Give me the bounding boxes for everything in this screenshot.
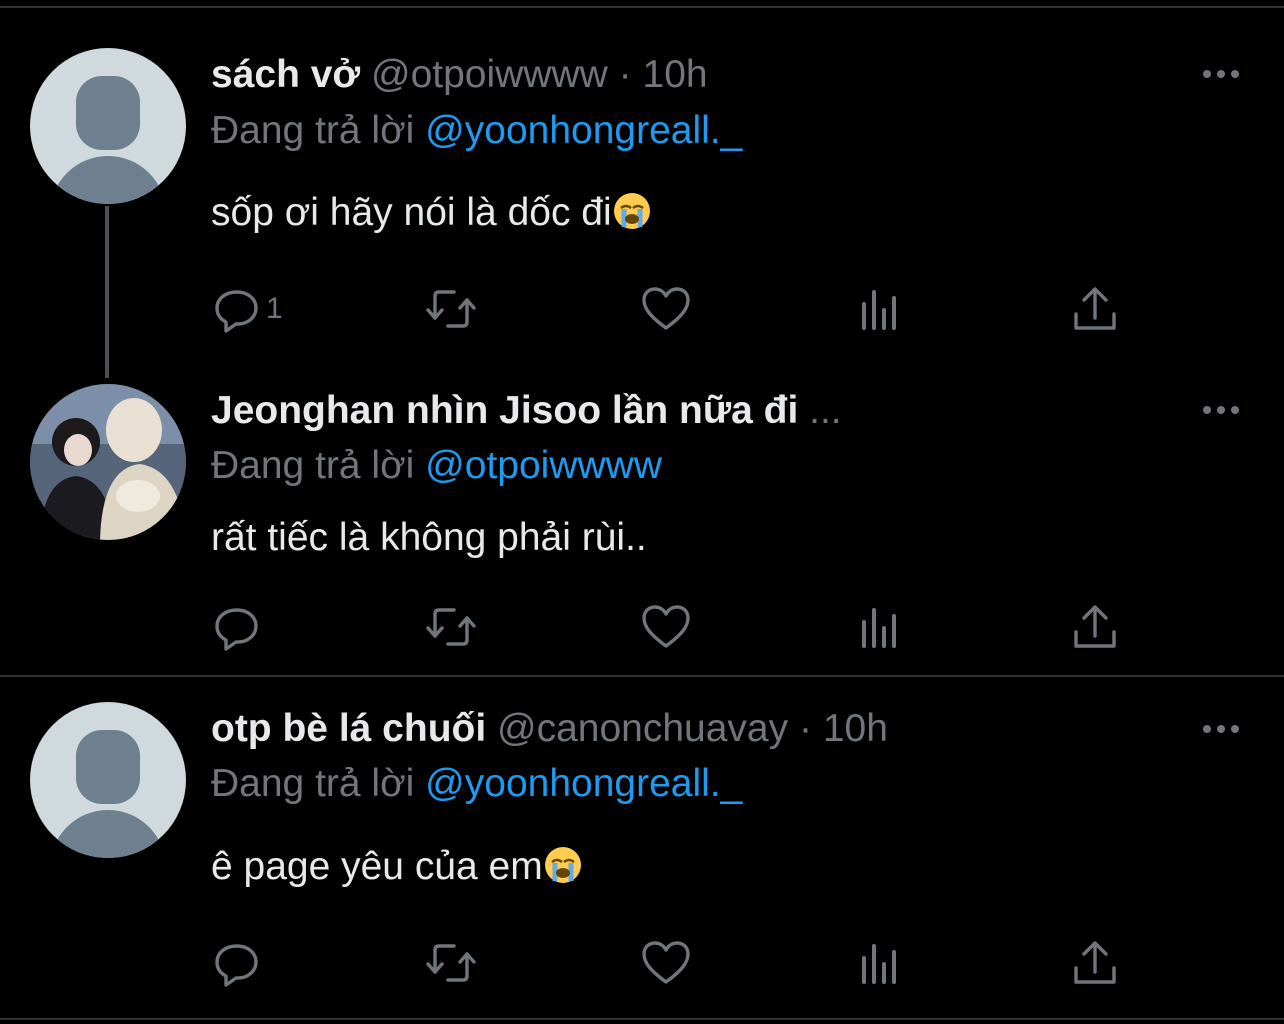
reply-button[interactable] — [212, 938, 262, 988]
reply-count: 1 — [266, 292, 283, 325]
tweet-header: sách vở @otpoiwwww · 10h — [211, 52, 708, 98]
views-icon — [862, 608, 896, 648]
share-icon — [1074, 605, 1116, 648]
reply-icon — [215, 608, 258, 651]
action-bar — [0, 938, 1284, 988]
loudly-crying-face-icon — [544, 847, 581, 883]
like-button[interactable] — [641, 938, 691, 988]
heart-icon — [642, 941, 690, 984]
timestamp[interactable]: 10h — [823, 707, 888, 750]
action-bar: 1 — [0, 284, 1284, 334]
avatar-default[interactable] — [30, 48, 186, 204]
tweet-text: sốp ơi hãy nói là dốc đi — [211, 190, 652, 236]
bottom-divider — [0, 1018, 1284, 1020]
share-button[interactable] — [1070, 602, 1120, 652]
heart-icon — [642, 287, 690, 330]
share-icon — [1074, 941, 1116, 984]
heart-icon — [642, 605, 690, 648]
replying-to-label: Đang trả lời — [211, 109, 415, 152]
retweet-icon — [426, 608, 476, 646]
replying-to: Đang trả lời @otpoiwwww — [211, 443, 662, 489]
retweet-button[interactable] — [426, 284, 476, 334]
replying-to-label: Đang trả lời — [211, 762, 415, 805]
retweet-button[interactable] — [426, 938, 476, 988]
reply-button[interactable]: 1 — [212, 284, 283, 334]
share-button[interactable] — [1070, 938, 1120, 988]
replying-to: Đang trả lời @yoonhongreall._ — [211, 761, 742, 807]
display-name[interactable]: otp bè lá chuối — [211, 707, 486, 750]
tweet-text-content: ê page yêu của em — [211, 845, 543, 888]
views-button[interactable] — [856, 602, 906, 652]
more-icon[interactable] — [1200, 400, 1242, 420]
like-button[interactable] — [641, 284, 691, 334]
tweet-text-content: rất tiếc là không phải rùi.. — [211, 516, 647, 559]
separator-dot: · — [798, 707, 812, 750]
views-button[interactable] — [856, 284, 906, 334]
tweet-text: ê page yêu của em — [211, 844, 583, 890]
user-handle[interactable]: @canonchuavay — [497, 707, 788, 750]
avatar-default[interactable] — [30, 702, 186, 858]
profile-photo-icon — [30, 384, 186, 540]
replying-to: Đang trả lời @yoonhongreall._ — [211, 108, 742, 154]
separator-dot: · — [618, 53, 632, 96]
share-icon — [1074, 287, 1116, 330]
share-button[interactable] — [1070, 284, 1120, 334]
retweet-icon — [426, 944, 476, 982]
reply-icon — [215, 290, 258, 333]
views-icon — [862, 944, 896, 984]
tweet-header: Jeonghan nhìn Jisoo lần nữa đi ... — [211, 388, 842, 434]
like-button[interactable] — [641, 602, 691, 652]
views-button[interactable] — [856, 938, 906, 988]
mention-link[interactable]: @yoonhongreall._ — [425, 109, 742, 152]
loudly-crying-face-icon — [613, 193, 650, 229]
more-icon[interactable] — [1200, 719, 1242, 739]
views-icon — [862, 290, 896, 330]
action-bar — [0, 602, 1284, 652]
user-handle[interactable]: @otpoiwwww — [371, 53, 608, 96]
display-name[interactable]: sách vở — [211, 53, 360, 96]
name-truncation: ... — [809, 389, 842, 432]
retweet-button[interactable] — [426, 602, 476, 652]
avatar-photo[interactable] — [30, 384, 186, 540]
tweet-header: otp bè lá chuối @canonchuavay · 10h — [211, 706, 888, 752]
tweet-divider — [0, 675, 1284, 677]
mention-link[interactable]: @yoonhongreall._ — [425, 762, 742, 805]
reply-button[interactable] — [212, 602, 262, 652]
more-icon[interactable] — [1200, 64, 1242, 84]
retweet-icon — [426, 290, 476, 328]
mention-link[interactable]: @otpoiwwww — [425, 444, 662, 487]
timestamp[interactable]: 10h — [643, 53, 708, 96]
reply-icon — [215, 944, 258, 987]
replying-to-label: Đang trả lời — [211, 444, 415, 487]
top-divider — [0, 6, 1284, 8]
tweet-text-content: sốp ơi hãy nói là dốc đi — [211, 191, 612, 234]
display-name[interactable]: Jeonghan nhìn Jisoo lần nữa đi — [211, 389, 798, 432]
tweet-text: rất tiếc là không phải rùi.. — [211, 515, 647, 561]
